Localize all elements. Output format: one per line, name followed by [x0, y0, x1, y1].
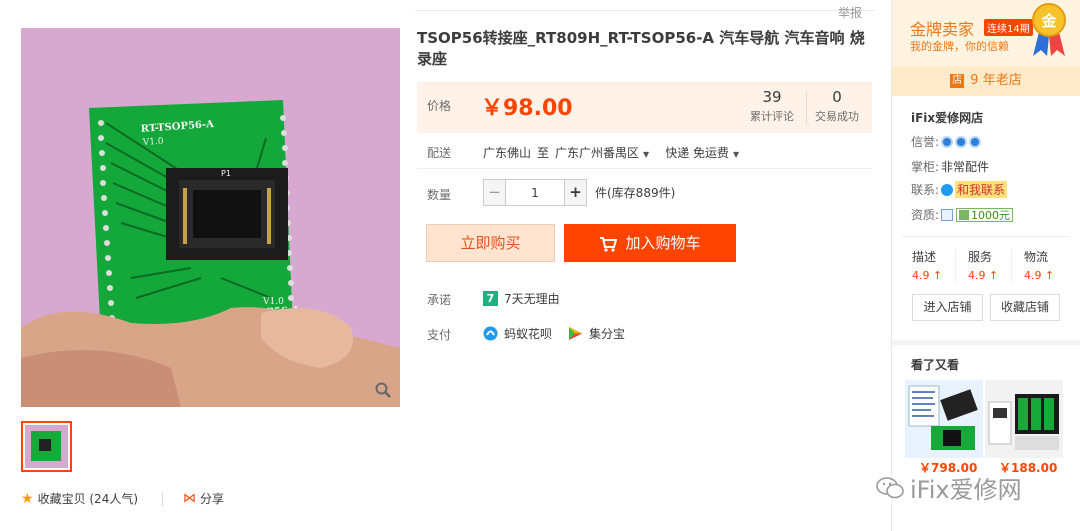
huabei-icon	[483, 326, 498, 341]
price-value: ￥98.00	[481, 96, 573, 121]
watermark-text: iFix爱修网	[910, 476, 1022, 504]
add-to-cart-button[interactable]: 加入购物车	[564, 224, 736, 262]
seller-gold-box: 金牌卖家 连续14期 我的金牌，你的信赖 金 店 9 年老店	[892, 0, 1080, 96]
credit-label: 信誉:	[911, 135, 940, 149]
reviews-label: 累计评论	[750, 110, 794, 123]
watermark: iFix爱修网	[876, 470, 1022, 505]
price-label: 价格	[427, 99, 452, 113]
payment-jifenbao-label: 集分宝	[589, 327, 626, 341]
gold-seller-title: 金牌卖家	[910, 20, 975, 39]
quantity-minus-button[interactable]: −	[483, 179, 506, 206]
jifenbao-icon	[569, 327, 583, 340]
favorite-shop-button[interactable]: 收藏店铺	[990, 294, 1060, 321]
top-divider	[415, 10, 875, 11]
shop-name[interactable]: iFix爱修网店	[911, 109, 983, 126]
gold-medal-icon: 金	[1032, 3, 1066, 56]
seven-day-icon: 7	[483, 291, 498, 306]
promise-label: 承诺	[427, 293, 452, 307]
promise-text: 7天无理由	[504, 292, 560, 306]
shipping-label: 配送	[427, 146, 452, 160]
share-icon: ⋈	[183, 491, 197, 506]
quantity-label: 数量	[427, 188, 452, 202]
payment-methods: 蚂蚁花呗 集分宝	[483, 325, 641, 342]
payment-huabei-label: 蚂蚁花呗	[504, 327, 553, 341]
favorite-item-link[interactable]: 收藏宝贝 (24人气)	[38, 490, 138, 507]
favorite-bar: ★ 收藏宝贝 (24人气) ⋈ 分享	[21, 490, 224, 507]
divider	[417, 168, 872, 169]
credit-diamond-icon	[941, 135, 954, 148]
dsr-description: 描述 4.9 ↑	[912, 250, 943, 282]
contact-seller-link[interactable]: 和我联系	[955, 181, 1008, 198]
keeper-label: 掌柜:	[911, 160, 940, 174]
contact-label: 联系:	[911, 183, 940, 197]
quantity-plus-button[interactable]: +	[564, 179, 587, 206]
shipping-to-word: 至	[537, 146, 550, 160]
report-link[interactable]: 举报	[838, 4, 862, 21]
also-viewed-item-1[interactable]	[905, 380, 983, 458]
keeper-name[interactable]: 非常配件	[941, 158, 989, 175]
wechat-icon	[876, 476, 904, 498]
shipping-destination-select[interactable]: 广东广州番禺区 ▼	[555, 144, 649, 161]
stock-text: 件(库存889件)	[595, 186, 676, 200]
id-card-icon[interactable]	[941, 208, 954, 221]
reviews-count: 39	[762, 88, 782, 106]
product-main-image[interactable]: RT-TSOP56-A V1.0 P1 V1.0 RT-TSOP56-A	[21, 28, 400, 407]
deposit-icon	[959, 209, 970, 220]
shipping-row: 广东佛山 至 广东广州番禺区 ▼ 快递 免运费 ▼	[483, 144, 739, 161]
shipping-from: 广东佛山	[483, 146, 532, 160]
qualification-row: 资质: 1000元	[911, 206, 1014, 223]
product-thumbnail[interactable]	[21, 421, 72, 472]
board-pin-label: P1	[221, 169, 231, 178]
divider	[1011, 250, 1012, 282]
dsr-service: 服务 4.9 ↑	[968, 250, 999, 282]
star-icon: ★	[21, 490, 34, 507]
chevron-down-icon: ▼	[643, 150, 650, 159]
buy-now-button[interactable]: 立即购买	[426, 224, 555, 262]
sidebar-section-divider	[892, 340, 1080, 345]
keeper-row: 掌柜: 非常配件	[911, 158, 989, 175]
chevron-down-icon: ▼	[733, 150, 740, 159]
share-link[interactable]: 分享	[200, 490, 224, 507]
board-version-top: V1.0	[142, 137, 165, 149]
credit-diamond-icon	[955, 135, 968, 148]
gold-streak-badge: 连续14期	[984, 19, 1033, 36]
also-viewed-item-2[interactable]	[985, 380, 1063, 458]
payment-huabei[interactable]: 蚂蚁花呗	[483, 325, 552, 342]
divider	[162, 491, 164, 506]
deposit-badge[interactable]: 1000元	[956, 207, 1014, 222]
wangwang-icon	[941, 183, 954, 196]
contact-row: 联系: 和我联系	[911, 181, 1008, 198]
credit-diamond-icon	[969, 135, 982, 148]
sales-stat: 0 交易成功	[815, 88, 859, 124]
cart-icon	[600, 236, 618, 252]
divider	[955, 250, 956, 282]
qualification-label: 资质:	[911, 208, 940, 222]
shop-age-text: 9 年老店	[970, 73, 1022, 88]
shop-icon: 店	[950, 73, 965, 88]
gold-seller-subtitle: 我的金牌，你的信赖	[910, 40, 1009, 53]
add-to-cart-label: 加入购物车	[625, 234, 701, 252]
price-box: 价格 ￥98.00 39 累计评论 0 交易成功	[417, 82, 872, 133]
quantity-stepper: − + 件(库存889件)	[483, 179, 675, 206]
reviews-stat[interactable]: 39 累计评论	[750, 88, 794, 124]
sales-label: 交易成功	[815, 110, 859, 123]
medal-char: 金	[1040, 12, 1057, 30]
divider	[902, 236, 1070, 237]
dsr-logistics: 物流 4.9 ↑	[1024, 250, 1055, 282]
product-title: TSOP56转接座_RT809H_RT-TSOP56-A 汽车导航 汽车音响 烧…	[417, 29, 865, 68]
credit-row: 信誉:	[911, 133, 983, 150]
payment-label: 支付	[427, 328, 452, 342]
shipping-method-select[interactable]: 快递 免运费 ▼	[665, 144, 739, 161]
enter-shop-button[interactable]: 进入店铺	[912, 294, 983, 321]
quantity-input[interactable]	[506, 179, 564, 206]
stat-divider	[806, 92, 807, 124]
also-viewed-title: 看了又看	[911, 358, 960, 372]
sales-count: 0	[832, 88, 842, 106]
payment-jifenbao[interactable]: 集分宝	[568, 325, 625, 342]
zoom-icon[interactable]	[374, 381, 392, 399]
shop-age-bar: 店 9 年老店	[892, 66, 1080, 96]
promise-item[interactable]: 7 7天无理由	[483, 290, 560, 307]
